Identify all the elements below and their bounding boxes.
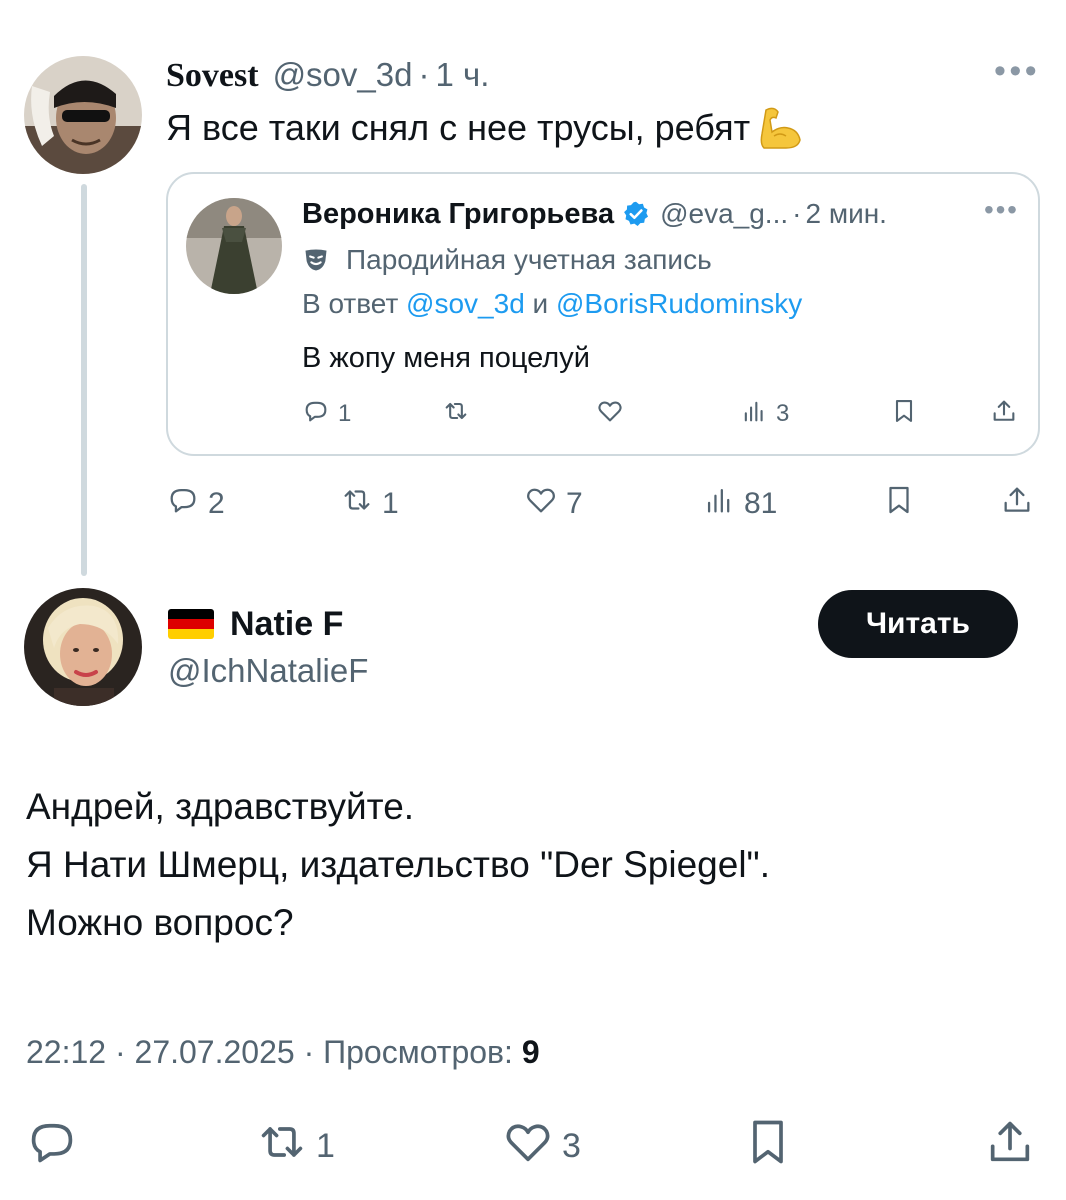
germany-flag-icon	[168, 609, 214, 639]
tweet-text-line: Можно вопрос?	[26, 902, 294, 943]
main-tweet-author-row: Natie F	[168, 602, 343, 646]
repost-button[interactable]: 1	[340, 484, 399, 524]
verified-badge-icon	[622, 200, 650, 228]
views-count: 3	[776, 400, 790, 427]
tweet-time[interactable]: 22:12	[26, 1034, 106, 1070]
repost-count: 1	[316, 1126, 335, 1165]
more-horizontal-icon[interactable]: • • •	[994, 52, 1037, 91]
heart-icon	[524, 483, 558, 525]
like-count: 3	[562, 1126, 581, 1165]
sovest-avatar[interactable]	[24, 56, 142, 174]
share-icon	[1000, 483, 1034, 525]
tweet-date[interactable]: 27.07.2025	[135, 1034, 295, 1070]
separator-dot: ·	[792, 198, 802, 229]
reply-icon	[166, 483, 200, 525]
views-chart-icon	[740, 397, 768, 432]
author-name[interactable]: Natie F	[230, 605, 343, 644]
tweet-time[interactable]: 1 ч.	[435, 56, 489, 94]
reply-button[interactable]: 2	[166, 484, 225, 524]
repost-icon	[340, 483, 374, 525]
repost-icon	[442, 397, 470, 432]
like-button[interactable]: 3	[502, 1120, 581, 1172]
natie-avatar[interactable]	[24, 588, 142, 706]
like-count: 7	[566, 487, 583, 520]
reply-prefix: В ответ	[302, 288, 399, 319]
more-horizontal-icon[interactable]: • • •	[984, 194, 1017, 226]
quoted-tweet-time[interactable]: 2 мин.	[805, 198, 886, 230]
repost-count: 1	[382, 487, 399, 520]
reply-count: 2	[208, 487, 225, 520]
quote-views-button[interactable]: 3	[740, 396, 789, 432]
main-tweet-text: Андрей, здравствуйте. Я Нати Шмерц, изда…	[26, 778, 770, 952]
views-button[interactable]: 81	[702, 484, 777, 524]
bookmark-button[interactable]	[742, 1120, 794, 1172]
quoted-author-handle[interactable]: @eva_g...	[660, 198, 788, 230]
separator-dot: ·	[114, 1034, 126, 1070]
reply-mention-link[interactable]: @BorisRudominsky	[556, 288, 802, 319]
share-button[interactable]	[984, 1120, 1036, 1172]
tweet-text-line: Андрей, здравствуйте.	[26, 786, 415, 827]
like-button[interactable]: 7	[524, 484, 583, 524]
repost-button[interactable]: 1	[256, 1120, 335, 1172]
views-count: 81	[744, 487, 778, 520]
heart-icon	[596, 397, 624, 432]
tweet-meta: 22:12 · 27.07.2025 · Просмотров: 9	[26, 1034, 540, 1071]
parody-account-label: Пародийная учетная запись	[302, 242, 712, 278]
separator-dot: ·	[303, 1034, 315, 1070]
quoted-tweet-header: Вероника Григорьева @eva_g... · 2 мин.	[302, 194, 887, 234]
share-icon	[984, 1116, 1036, 1177]
quote-reply-button[interactable]: 1	[302, 396, 351, 432]
flexed-biceps-icon	[756, 104, 804, 152]
thread-line	[81, 184, 87, 576]
author-handle[interactable]: @IchNatalieF	[168, 652, 368, 690]
repost-icon	[256, 1116, 308, 1177]
quote-like-button[interactable]	[596, 396, 632, 432]
reply-count: 1	[338, 400, 352, 427]
reply-icon	[302, 397, 330, 432]
views-label: Просмотров:	[323, 1034, 513, 1070]
tweet-text: Я все таки снял с нее трусы, ребят	[166, 107, 751, 148]
reply-button[interactable]	[26, 1120, 86, 1172]
author-name[interactable]: Sovest	[166, 57, 259, 95]
reply-mention-link[interactable]: @sov_3d	[406, 288, 525, 319]
reply-conjunction: и	[532, 288, 549, 319]
bookmark-icon	[742, 1116, 794, 1177]
author-handle[interactable]: @sov_3d	[273, 56, 413, 94]
tweet-text-line: Я Нати Шмерц, издательство "Der Spiegel"…	[26, 844, 770, 885]
parent-tweet-header: Sovest @sov_3d · 1 ч.	[166, 56, 489, 96]
quote-repost-button[interactable]	[442, 396, 478, 432]
share-icon	[990, 397, 1018, 432]
heart-icon	[502, 1116, 554, 1177]
parody-label-text: Пародийная учетная запись	[346, 244, 712, 275]
theater-mask-icon	[302, 246, 330, 274]
parent-tweet-text: Я все таки снял с нее трусы, ребят	[166, 104, 804, 152]
quote-share-button[interactable]	[990, 396, 1018, 432]
share-button[interactable]	[1000, 484, 1034, 524]
bookmark-icon	[882, 483, 916, 525]
veronika-avatar[interactable]	[186, 198, 282, 294]
quote-bookmark-button[interactable]	[890, 396, 918, 432]
separator-dot: ·	[418, 56, 430, 93]
bookmark-button[interactable]	[882, 484, 916, 524]
quoted-author-name[interactable]: Вероника Григорьева	[302, 198, 614, 231]
reply-icon	[26, 1116, 78, 1177]
follow-button[interactable]: Читать	[818, 590, 1018, 658]
views-chart-icon	[702, 483, 736, 525]
bookmark-icon	[890, 397, 918, 432]
reply-context: В ответ @sov_3d и @BorisRudominsky	[302, 288, 802, 320]
quoted-tweet-text: В жопу меня поцелуй	[302, 342, 590, 374]
views-count: 9	[521, 1034, 540, 1070]
